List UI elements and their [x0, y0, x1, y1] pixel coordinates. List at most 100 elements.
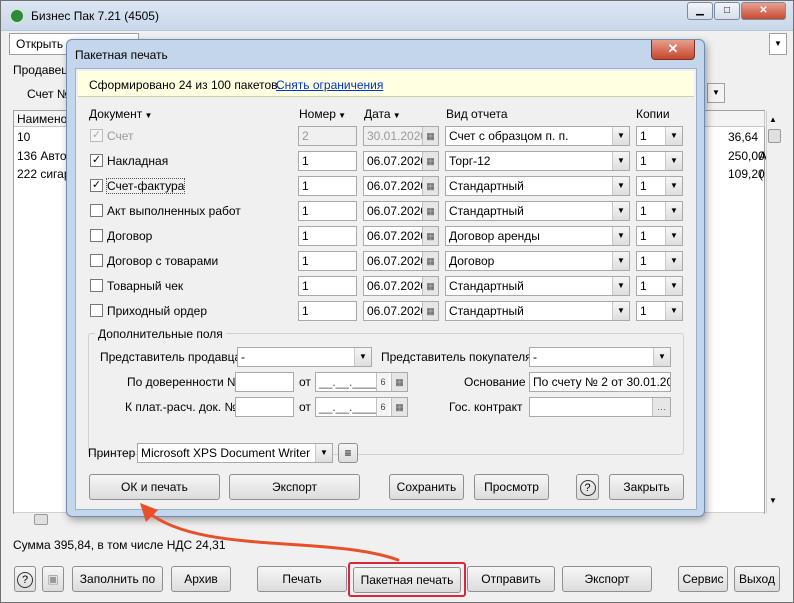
save-disk-button[interactable]: ▣ [42, 566, 64, 592]
table-row[interactable]: 136 Автоу [17, 149, 72, 163]
dialog-close-button[interactable]: ✕ [651, 40, 695, 60]
document-number-input[interactable]: 1 [298, 176, 357, 196]
ellipsis-icon[interactable]: … [652, 398, 670, 416]
copies-select[interactable]: 1 ▼ [636, 126, 683, 146]
vertical-scrollbar[interactable]: ▲ ▼ [766, 111, 782, 513]
document-checkbox[interactable]: ✓ [90, 154, 103, 167]
export-button[interactable]: Экспорт [562, 566, 652, 592]
calendar-icon[interactable]: ▦ [422, 202, 438, 220]
maximize-button[interactable]: □ [714, 2, 740, 20]
basis-input[interactable]: По счету № 2 от 30.01.2020 [529, 372, 671, 392]
payment-date-input[interactable]: __.__.____ 6 ▦ [315, 397, 408, 417]
chevron-down-icon: ▼ [142, 111, 153, 120]
printer-select[interactable]: Microsoft XPS Document Writer ▼ [137, 443, 333, 463]
report-type-select[interactable]: Торг-12 ▼ [445, 151, 630, 171]
document-date-input[interactable]: 06.07.2020 ▦ [363, 226, 439, 246]
document-checkbox[interactable] [90, 254, 103, 267]
report-type-select[interactable]: Договор аренды ▼ [445, 226, 630, 246]
preview-button[interactable]: Просмотр [474, 474, 549, 500]
calendar-icon[interactable]: ▦ [391, 373, 407, 391]
document-number-input[interactable]: 1 [298, 276, 357, 296]
document-number-input[interactable]: 1 [298, 251, 357, 271]
document-name: Акт выполненных работ [107, 204, 241, 218]
proxy-number-input[interactable] [235, 372, 294, 392]
document-checkbox[interactable] [90, 229, 103, 242]
header-document[interactable]: Документ ▼ [89, 107, 152, 121]
dialog-close-text-button[interactable]: Закрыть [609, 474, 684, 500]
calendar-icon[interactable]: ▦ [422, 177, 438, 195]
gov-contract-input[interactable]: … [529, 397, 671, 417]
report-type-select[interactable]: Стандартный ▼ [445, 276, 630, 296]
document-checkbox[interactable] [90, 304, 103, 317]
ok-print-button[interactable]: ОК и печать [89, 474, 220, 500]
document-name: Счет [107, 129, 134, 143]
hscrollbar-thumb[interactable] [34, 514, 48, 525]
document-checkbox[interactable] [90, 204, 103, 217]
calendar-icon[interactable]: ▦ [391, 398, 407, 416]
report-type-select[interactable]: Стандартный ▼ [445, 201, 630, 221]
printer-settings-button[interactable]: ≡ [338, 443, 358, 463]
minimize-button[interactable]: ▁ [687, 2, 713, 20]
calendar-icon[interactable]: ▦ [422, 152, 438, 170]
document-number-input[interactable]: 1 [298, 201, 357, 221]
report-type-select[interactable]: Стандартный ▼ [445, 301, 630, 321]
dialog-save-button[interactable]: Сохранить [389, 474, 464, 500]
scroll-down-icon[interactable]: ▼ [769, 496, 777, 505]
seller-rep-select[interactable]: - ▼ [237, 347, 372, 367]
document-date-input[interactable]: 06.07.2020 ▦ [363, 201, 439, 221]
copies-select[interactable]: 1 ▼ [636, 176, 683, 196]
document-date-input[interactable]: 06.07.2020 ▦ [363, 301, 439, 321]
table-row-suffix: ( [759, 167, 763, 181]
payment-doc-input[interactable] [235, 397, 294, 417]
document-date-input[interactable]: 06.07.2020 ▦ [363, 151, 439, 171]
copies-select[interactable]: 1 ▼ [636, 226, 683, 246]
document-number-input[interactable]: 1 [298, 226, 357, 246]
document-date-input[interactable]: 06.07.2020 ▦ [363, 176, 439, 196]
day-spin[interactable]: 6 [376, 373, 389, 391]
calendar-icon[interactable]: ▦ [422, 252, 438, 270]
report-type-select[interactable]: Счет с образцом п. п. ▼ [445, 126, 630, 146]
fill-button[interactable]: Заполнить по [72, 566, 163, 592]
scroll-up-icon[interactable]: ▲ [769, 115, 777, 124]
document-checkbox[interactable]: ✓ [90, 179, 103, 192]
service-button[interactable]: Сервис [678, 566, 728, 592]
calendar-icon[interactable]: ▦ [422, 227, 438, 245]
copies-select[interactable]: 1 ▼ [636, 301, 683, 321]
invoice-dropdown-arrow[interactable]: ▼ [707, 83, 725, 103]
copies-select[interactable]: 1 ▼ [636, 201, 683, 221]
table-row[interactable]: 10 [17, 130, 30, 144]
help-button[interactable]: ? [14, 566, 36, 592]
print-button[interactable]: Печать [257, 566, 347, 592]
open-menu[interactable]: Открыть [16, 37, 63, 51]
document-number-input[interactable]: 1 [298, 151, 357, 171]
calendar-icon[interactable]: ▦ [422, 277, 438, 295]
copies-select[interactable]: 1 ▼ [636, 151, 683, 171]
exit-button[interactable]: Выход [734, 566, 780, 592]
scrollbar-thumb[interactable] [768, 129, 781, 143]
proxy-date-input[interactable]: __.__.____ 6 ▦ [315, 372, 408, 392]
archive-button[interactable]: Архив [171, 566, 231, 592]
document-number-input[interactable]: 1 [298, 301, 357, 321]
remove-limits-link[interactable]: Снять ограничения [276, 78, 383, 92]
buyer-rep-select[interactable]: - ▼ [529, 347, 671, 367]
dialog-help-button[interactable]: ? [576, 474, 599, 500]
document-checkbox[interactable] [90, 279, 103, 292]
header-number[interactable]: Номер ▼ [299, 107, 346, 121]
send-button[interactable]: Отправить [467, 566, 555, 592]
batch-print-dialog: Пакетная печать ✕ Сформировано 24 из 100… [66, 39, 705, 517]
day-spin[interactable]: 6 [376, 398, 389, 416]
window-close-button[interactable]: ✕ [741, 2, 786, 20]
document-date-input[interactable]: 06.07.2020 ▦ [363, 276, 439, 296]
document-date-input[interactable]: 06.07.2020 ▦ [363, 251, 439, 271]
copies-select[interactable]: 1 ▼ [636, 276, 683, 296]
document-checkbox: ✓ [90, 129, 103, 142]
copies-select[interactable]: 1 ▼ [636, 251, 683, 271]
report-type-select[interactable]: Стандартный ▼ [445, 176, 630, 196]
dialog-export-button[interactable]: Экспорт [229, 474, 360, 500]
toolbar-dropdown-arrow[interactable]: ▼ [769, 33, 787, 55]
calendar-icon[interactable]: ▦ [422, 302, 438, 320]
table-row[interactable]: 222 сигар [17, 167, 71, 181]
extra-fields-legend: Дополнительные поля [95, 327, 226, 341]
report-type-select[interactable]: Договор ▼ [445, 251, 630, 271]
header-date[interactable]: Дата ▼ [364, 107, 401, 121]
